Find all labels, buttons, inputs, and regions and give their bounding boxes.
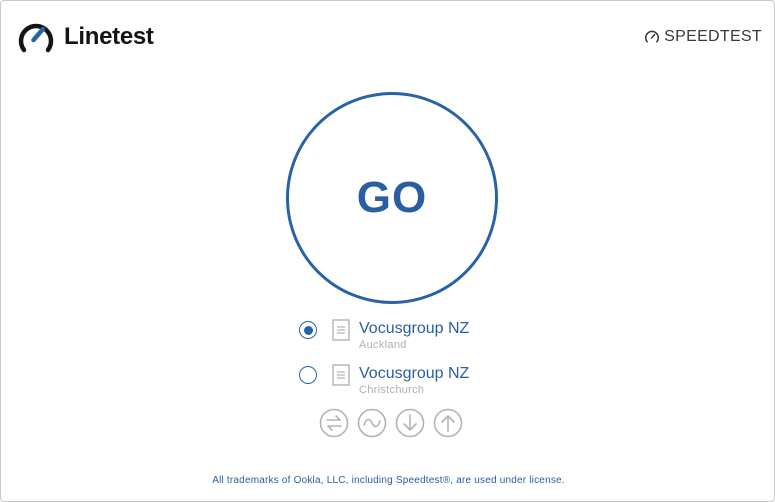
upload-mode-button[interactable] bbox=[433, 408, 463, 438]
app-window: Linetest SPEEDTEST GO Vocusgroup NZ Auck… bbox=[0, 0, 775, 502]
server-document-icon bbox=[332, 364, 350, 386]
server-location: Auckland bbox=[359, 339, 407, 351]
upload-arrow-icon bbox=[433, 408, 463, 438]
server-radio[interactable] bbox=[299, 366, 317, 384]
server-option-christchurch[interactable]: Vocusgroup NZ Christchurch bbox=[299, 364, 469, 397]
gauge-icon bbox=[645, 30, 660, 43]
jitter-wave-icon bbox=[357, 408, 387, 438]
server-location: Christchurch bbox=[359, 384, 425, 396]
speedtest-brand: SPEEDTEST bbox=[644, 28, 762, 46]
server-name: Vocusgroup NZ bbox=[359, 320, 470, 337]
speedometer-icon bbox=[18, 23, 54, 53]
app-title: Linetest bbox=[64, 23, 154, 50]
linetest-logo: Linetest bbox=[17, 19, 154, 55]
ping-arrows-icon bbox=[319, 408, 349, 438]
brand-name: SPEEDTEST bbox=[664, 28, 762, 45]
test-mode-toolbar bbox=[319, 408, 471, 438]
go-button[interactable]: GO bbox=[286, 92, 498, 304]
server-name: Vocusgroup NZ bbox=[359, 365, 470, 382]
server-document-icon bbox=[332, 319, 350, 341]
server-radio[interactable] bbox=[299, 321, 317, 339]
server-option-auckland[interactable]: Vocusgroup NZ Auckland bbox=[299, 319, 469, 352]
go-label: GO bbox=[356, 173, 428, 222]
radio-selected-dot bbox=[303, 325, 313, 335]
ping-mode-button[interactable] bbox=[319, 408, 349, 438]
trademark-notice: All trademarks of Ookla, LLC, including … bbox=[212, 475, 565, 486]
jitter-mode-button[interactable] bbox=[357, 408, 387, 438]
download-mode-button[interactable] bbox=[395, 408, 425, 438]
download-arrow-icon bbox=[395, 408, 425, 438]
